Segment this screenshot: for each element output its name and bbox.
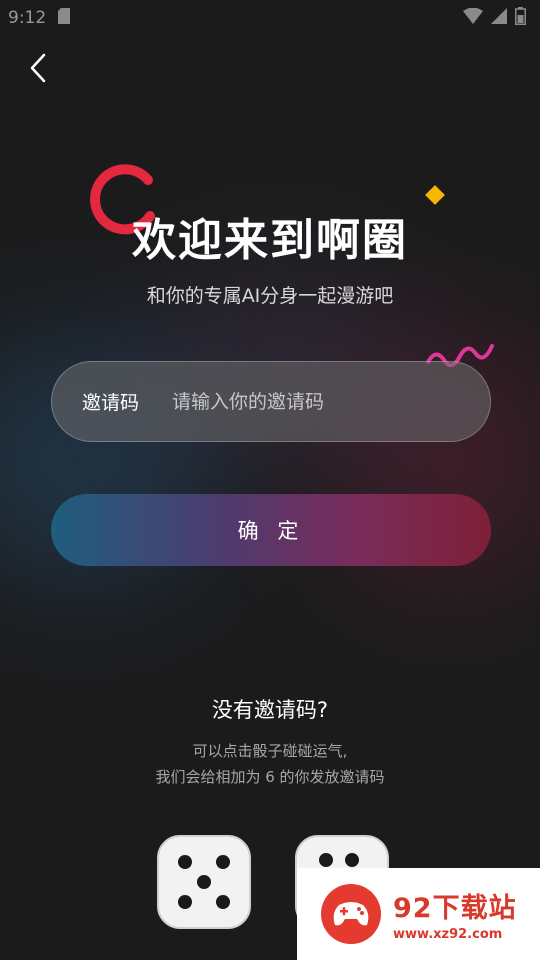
battery-icon [515, 6, 526, 30]
signal-icon [491, 7, 507, 29]
dice-left-icon[interactable] [152, 830, 256, 934]
sim-card-icon [58, 7, 71, 29]
watermark-name: 92下载站 [393, 893, 517, 924]
decorative-diamond-icon [425, 185, 445, 205]
confirm-button[interactable]: 确 定 [51, 494, 491, 566]
chevron-left-icon [30, 53, 46, 83]
wifi-icon [463, 7, 483, 29]
invite-code-input[interactable] [172, 390, 472, 413]
watermark-url: www.xz92.com [393, 927, 503, 942]
page-subtitle: 和你的专属AI分身一起漫游吧 [146, 285, 394, 307]
page-title: 欢迎来到啊圈 [132, 215, 408, 266]
status-time: 9:12 [8, 8, 47, 28]
no-code-title: 没有邀请码? [211, 698, 329, 722]
dice-hint-line-2: 我们会给相加为 6 的你发放邀请码 [155, 768, 385, 786]
gamepad-logo-icon [321, 884, 381, 944]
status-bar: 9:12 [0, 0, 540, 36]
back-button[interactable] [20, 48, 56, 88]
invite-code-field[interactable]: 邀请码 [51, 361, 491, 442]
dice-hint-line-1: 可以点击骰子碰碰运气, [192, 742, 348, 760]
watermark: 92下载站 www.xz92.com [297, 868, 540, 960]
invite-code-label: 邀请码 [82, 392, 140, 414]
